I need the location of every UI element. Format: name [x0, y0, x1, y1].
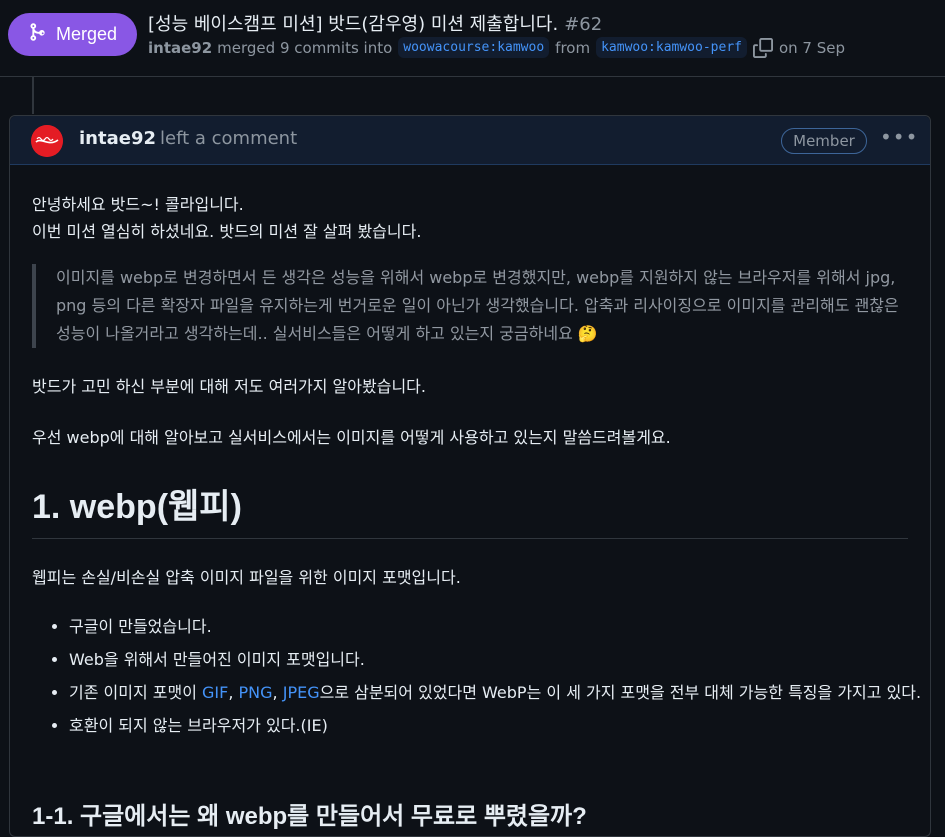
pr-title: [성능 베이스캠프 미션] 밧드(감우영) 미션 제출합니다. #62	[148, 10, 602, 36]
merged-label: Merged	[55, 24, 118, 44]
avatar[interactable]	[31, 125, 63, 157]
paragraph-2: 우선 webp에 대해 알아보고 실서비스에서는 이미지를 어떻게 사용하고 있…	[32, 428, 671, 447]
greeting-line-1: 안녕하세요 밧드~! 콜라입니다.	[32, 195, 244, 214]
quote-text: 이미지를 webp로 변경하면서 든 생각은 성능을 위해서 webp로 변경했…	[56, 268, 899, 343]
merged-text: merged 9 commits into	[217, 38, 393, 57]
png-link[interactable]: PNG	[239, 683, 273, 702]
heading-divider	[32, 538, 908, 539]
list-item: 구글이 만들었습니다.	[69, 613, 939, 641]
member-badge: Member	[781, 128, 867, 154]
copy-icon[interactable]	[752, 37, 773, 58]
blockquote: 이미지를 webp로 변경하면서 든 생각은 성능을 위해서 webp로 변경했…	[32, 264, 916, 348]
git-merge-icon	[28, 22, 48, 47]
comment-header: intae92 left a comment Member •••	[10, 116, 930, 165]
head-branch[interactable]: kamwoo:kamwoo-perf	[596, 37, 747, 58]
merge-date: on 7 Sep	[778, 38, 846, 57]
comment-author-name[interactable]: intae92	[79, 128, 156, 149]
paragraph-1: 밧드가 고민 하신 부분에 대해 저도 여러가지 알아봤습니다.	[32, 377, 426, 396]
merged-status-badge: Merged	[8, 13, 137, 56]
pr-number: #62	[564, 14, 603, 35]
jpeg-link[interactable]: JPEG	[283, 683, 320, 702]
list-item-text: 으로 삼분되어 있었다면 WebP는 이 세 가지 포맷을 전부 대체 가능한 …	[319, 683, 922, 702]
pr-title-text: [성능 베이스캠프 미션] 밧드(감우영) 미션 제출합니다.	[148, 14, 559, 35]
merger-username[interactable]: intae92	[148, 39, 212, 57]
separator: ,	[272, 683, 283, 702]
paragraph-3: 웹피는 손실/비손실 압축 이미지 파일을 위한 이미지 포맷입니다.	[32, 568, 461, 587]
greeting-line-2: 이번 미션 열심히 하셨네요. 밧드의 미션 잘 살펴 봤습니다.	[32, 222, 422, 241]
from-text: from	[555, 38, 591, 57]
list-item: 기존 이미지 포맷이 GIF, PNG, JPEG으로 삼분되어 있었다면 We…	[69, 679, 939, 707]
timeline-line	[32, 77, 34, 114]
comment-author: intae92 left a comment	[79, 128, 297, 149]
bullet-list: 구글이 만들었습니다. Web을 위해서 만들어진 이미지 포맷입니다. 기존 …	[32, 613, 939, 745]
pr-header: Merged [성능 베이스캠프 미션] 밧드(감우영) 미션 제출합니다. #6…	[0, 0, 945, 77]
greeting: 안녕하세요 밧드~! 콜라입니다. 이번 미션 열심히 하셨네요. 밧드의 미션…	[32, 191, 421, 245]
heading-why-webp: 1-1. 구글에서는 왜 webp를 만들어서 무료로 뿌렸을까?	[32, 803, 587, 830]
list-item-text: 기존 이미지 포맷이	[69, 683, 203, 702]
comment-box: intae92 left a comment Member ••• 안녕하세요 밧…	[9, 115, 931, 837]
thinking-face-emoji: 🤔	[577, 324, 598, 343]
heading-webp: 1. webp(웹피)	[32, 488, 242, 526]
separator: ,	[228, 683, 239, 702]
list-item: Web을 위해서 만들어진 이미지 포맷입니다.	[69, 646, 939, 674]
comment-action: left a comment	[160, 128, 298, 149]
list-item: 호환이 되지 않는 브라우저가 있다.(IE)	[69, 712, 939, 740]
gif-link[interactable]: GIF	[202, 683, 228, 702]
base-branch[interactable]: woowacourse:kamwoo	[398, 37, 550, 58]
kebab-horizontal-icon[interactable]: •••	[880, 127, 917, 150]
pr-meta: intae92 merged 9 commits into woowacours…	[148, 37, 845, 58]
